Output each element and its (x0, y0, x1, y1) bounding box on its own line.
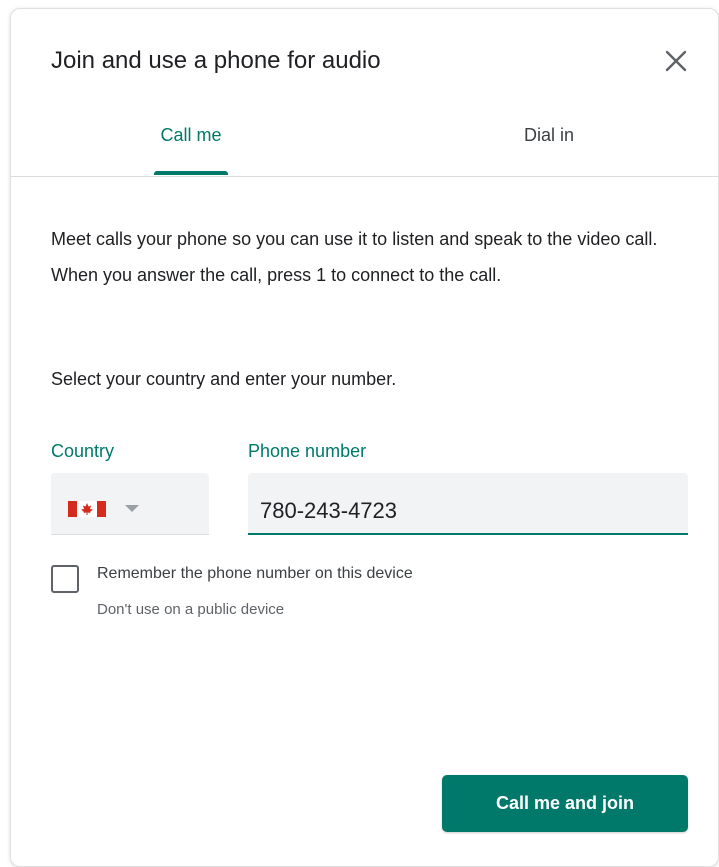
close-button[interactable] (658, 43, 694, 79)
dropdown-arrow-icon (125, 505, 139, 512)
remember-number-label: Remember the phone number on this device (97, 565, 413, 582)
canada-flag-icon (68, 501, 106, 517)
call-me-and-join-button[interactable]: Call me and join (442, 775, 688, 832)
tab-active-indicator (154, 171, 228, 175)
phone-audio-dialog: Join and use a phone for audio Call me D… (10, 8, 719, 867)
phone-number-field[interactable] (248, 473, 688, 535)
description-text: Meet calls your phone so you can use it … (51, 229, 658, 285)
country-label: Country (51, 441, 115, 461)
tab-bar: Call me Dial in (11, 109, 718, 177)
dialog-title: Join and use a phone for audio (51, 47, 381, 74)
tab-call-me[interactable]: Call me (151, 109, 231, 177)
close-icon (665, 50, 687, 72)
country-select[interactable] (51, 473, 209, 535)
instruction-text: Select your country and enter your numbe… (51, 369, 397, 389)
tab-dial-in[interactable]: Dial in (509, 109, 589, 177)
phone-number-input[interactable] (248, 473, 688, 533)
phone-number-label: Phone number (248, 441, 367, 461)
remember-number-hint: Don't use on a public device (97, 601, 285, 618)
remember-number-checkbox[interactable] (51, 565, 79, 593)
